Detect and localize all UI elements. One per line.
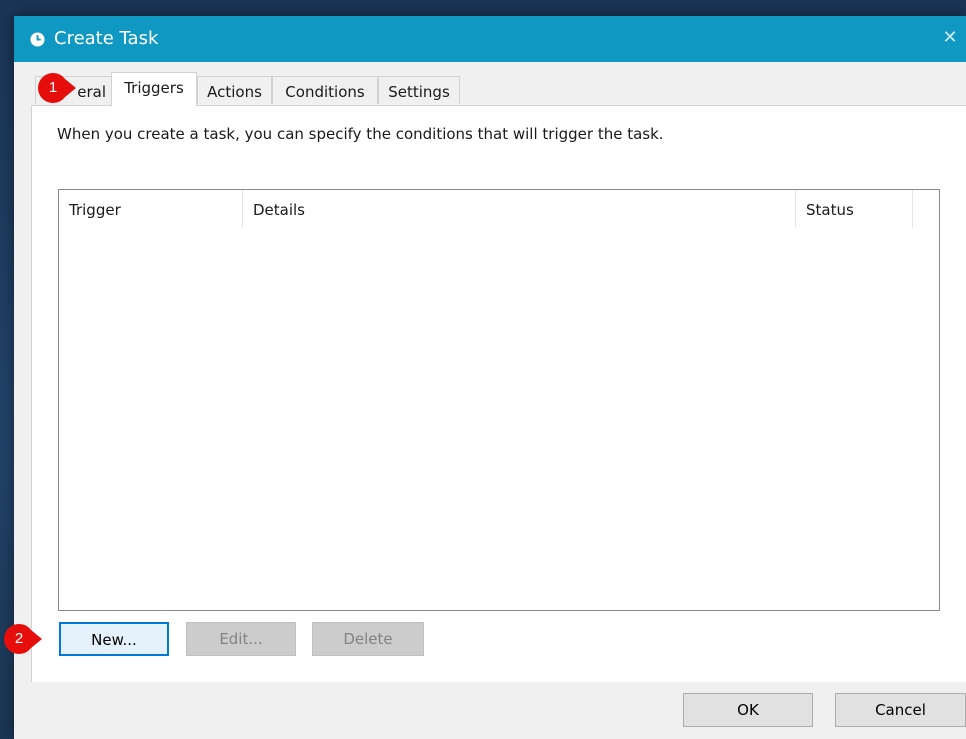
step-marker-1: 1 <box>38 73 76 103</box>
tab-conditions[interactable]: Conditions <box>272 76 378 104</box>
delete-trigger-button[interactable]: Delete <box>312 622 424 656</box>
triggers-list[interactable]: Trigger Details Status <box>58 189 940 611</box>
new-trigger-button[interactable]: New... <box>59 622 169 656</box>
triggers-description: When you create a task, you can specify … <box>57 125 664 143</box>
title-bar[interactable]: Create Task ✕ <box>14 16 966 62</box>
tab-actions[interactable]: Actions <box>197 76 272 104</box>
step-marker-2: 2 <box>4 624 42 654</box>
step-marker-1-number: 1 <box>48 79 58 96</box>
cancel-button[interactable]: Cancel <box>835 693 966 727</box>
step-marker-2-number: 2 <box>14 630 24 647</box>
column-header-trigger[interactable]: Trigger <box>59 190 242 228</box>
edit-trigger-button[interactable]: Edit... <box>186 622 296 656</box>
tab-settings[interactable]: Settings <box>378 76 460 104</box>
list-header: Trigger Details Status <box>59 190 939 228</box>
ok-button[interactable]: OK <box>683 693 813 727</box>
triggers-panel: When you create a task, you can specify … <box>31 105 966 682</box>
clock-icon <box>30 32 45 47</box>
tab-triggers[interactable]: Triggers <box>111 72 197 106</box>
column-header-details[interactable]: Details <box>242 190 795 228</box>
window-title: Create Task <box>54 28 159 49</box>
close-icon[interactable]: ✕ <box>938 26 962 50</box>
create-task-dialog: Create Task ✕ eral Triggers Actions Cond… <box>14 16 966 739</box>
column-header-status[interactable]: Status <box>795 190 913 228</box>
